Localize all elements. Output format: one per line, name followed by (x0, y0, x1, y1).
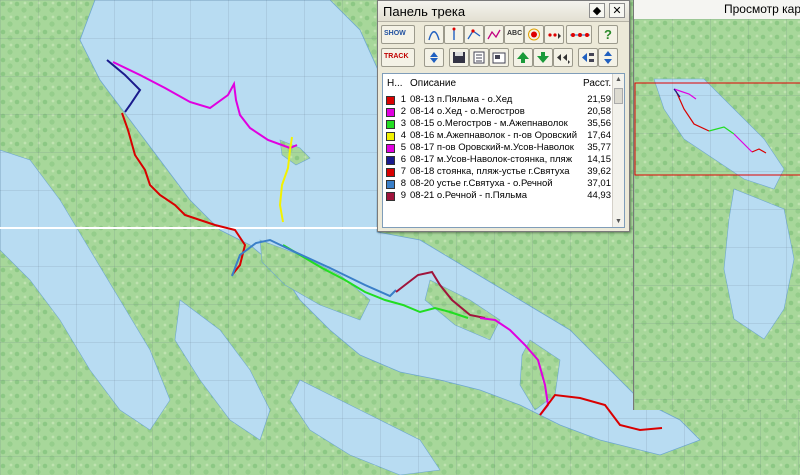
track-list-scrollbar[interactable]: ▲ ▼ (612, 74, 624, 227)
track-color-swatch[interactable] (386, 120, 395, 129)
track-description: 08-13 п.Пяльма - о.Хед (410, 94, 513, 105)
path-icon[interactable] (484, 25, 504, 44)
track-number: 4 (400, 130, 406, 141)
up-down-icon[interactable] (424, 48, 444, 67)
point-color-icon[interactable] (524, 25, 544, 44)
vertical-line-icon[interactable] (444, 25, 464, 44)
track-number: 8 (400, 178, 406, 189)
track-distance: 35,56 (587, 118, 611, 129)
abc-label-icon[interactable]: ABC (504, 25, 524, 44)
save-icon[interactable] (449, 48, 469, 67)
track-distance: 20,58 (587, 106, 611, 117)
column-number[interactable]: Н... (387, 78, 403, 89)
track-description: 08-17 п-ов Оровский-м.Усов-Наволок (410, 142, 574, 153)
track-color-swatch[interactable] (386, 192, 395, 201)
show-track-icon[interactable]: SHOW (381, 25, 415, 44)
track-distance: 14,15 (587, 154, 611, 165)
track-panel: Панель трека ◆ ✕ SHOW ABC ? TRACK Н... О… (377, 0, 630, 232)
arrow-menu-icon[interactable] (553, 48, 573, 67)
track-row[interactable]: 1 08-13 п.Пяльма - о.Хед 21,59 (383, 94, 613, 106)
track-color-swatch[interactable] (386, 168, 395, 177)
track-description: 08-14 о.Хед - о.Мегостров (410, 106, 525, 117)
track-panel-titlebar[interactable]: Панель трека ◆ ✕ (378, 1, 629, 22)
curve-icon[interactable] (424, 25, 444, 44)
track-list-header: Н... Описание Расст. (383, 74, 613, 92)
panel-close-button[interactable]: ✕ (609, 3, 625, 18)
track-description: 08-17 м.Усов-Наволок-стоянка, пляж (410, 154, 573, 165)
track-description: 08-21 о.Речной - п.Пяльма (410, 190, 528, 201)
track-description: 08-20 устье г.Святуха - о.Речной (410, 178, 553, 189)
scroll-up-icon[interactable]: ▲ (613, 74, 624, 85)
track-distance: 35,77 (587, 142, 611, 153)
track-description: 08-16 м.Ажепнаволок - п-ов Оровский (410, 130, 577, 141)
track-number: 7 (400, 166, 406, 177)
track-label: TRACK (384, 53, 409, 60)
track-distance: 39,62 (587, 166, 611, 177)
track-row[interactable]: 4 08-16 м.Ажепнаволок - п-ов Оровский 17,6… (383, 130, 613, 142)
split-icon[interactable] (578, 48, 598, 67)
track-color-swatch[interactable] (386, 144, 395, 153)
waypoints-icon[interactable] (566, 25, 592, 44)
track-list[interactable]: Н... Описание Расст. 1 08-13 п.Пяльма - о… (382, 73, 625, 228)
dots-icon[interactable] (544, 25, 564, 44)
track-color-swatch[interactable] (386, 108, 395, 117)
panel-menu-button[interactable]: ◆ (589, 3, 605, 18)
track-color-swatch[interactable] (386, 132, 395, 141)
column-description[interactable]: Описание (410, 78, 456, 89)
map-overview-title: Просмотр кар (724, 2, 800, 16)
track-number: 2 (400, 106, 406, 117)
track-row[interactable]: 5 08-17 п-ов Оровский-м.Усов-Наволок 35,77 (383, 142, 613, 154)
sort-icon[interactable] (598, 48, 618, 67)
track-number: 9 (400, 190, 406, 201)
track-row[interactable]: 2 08-14 о.Хед - о.Мегостров 20,58 (383, 106, 613, 118)
track-distance: 21,59 (587, 94, 611, 105)
export-icon[interactable] (489, 48, 509, 67)
node-edit-icon[interactable] (464, 25, 484, 44)
map-overview-titlebar[interactable]: Просмотр кар (634, 0, 800, 20)
track-number: 3 (400, 118, 406, 129)
abc-label: ABC (507, 30, 523, 37)
track-distance: 17,64 (587, 130, 611, 141)
help-icon[interactable]: ? (598, 25, 618, 44)
arrow-up-icon[interactable] (513, 48, 533, 67)
track-distance: 44,93 (587, 190, 611, 201)
overview-map[interactable] (634, 19, 800, 410)
track-row[interactable]: 8 08-20 устье г.Святуха - о.Речной 37,01 (383, 178, 613, 190)
scroll-down-icon[interactable]: ▼ (613, 216, 624, 227)
column-distance[interactable]: Расст. (583, 78, 611, 89)
track-number: 6 (400, 154, 406, 165)
arrow-down-icon[interactable] (533, 48, 553, 67)
track-row[interactable]: 7 08-18 стоянка, пляж-устье г.Святуха 39,6… (383, 166, 613, 178)
track-distance: 37,01 (587, 178, 611, 189)
track-row[interactable]: 6 08-17 м.Усов-Наволок-стоянка, пляж 14,15 (383, 154, 613, 166)
track-color-swatch[interactable] (386, 96, 395, 105)
help-label: ? (604, 27, 612, 42)
track-color-swatch[interactable] (386, 156, 395, 165)
track-icon[interactable]: TRACK (381, 48, 415, 67)
track-row[interactable]: 3 08-15 о.Мегостров - м.Ажепнаволок 35,56 (383, 118, 613, 130)
track-number: 5 (400, 142, 406, 153)
track-panel-title: Панель трека (383, 4, 466, 19)
scroll-thumb[interactable] (614, 88, 623, 104)
track-description: 08-15 о.Мегостров - м.Ажепнаволок (410, 118, 568, 129)
track-number: 1 (400, 94, 406, 105)
track-color-swatch[interactable] (386, 180, 395, 189)
map-overview-panel: Просмотр кар (633, 0, 800, 410)
track-description: 08-18 стоянка, пляж-устье г.Святуха (410, 166, 570, 177)
show-label: SHOW (384, 30, 406, 37)
track-row[interactable]: 9 08-21 о.Речной - п.Пяльма 44,93 (383, 190, 613, 202)
list-icon[interactable] (469, 48, 489, 67)
